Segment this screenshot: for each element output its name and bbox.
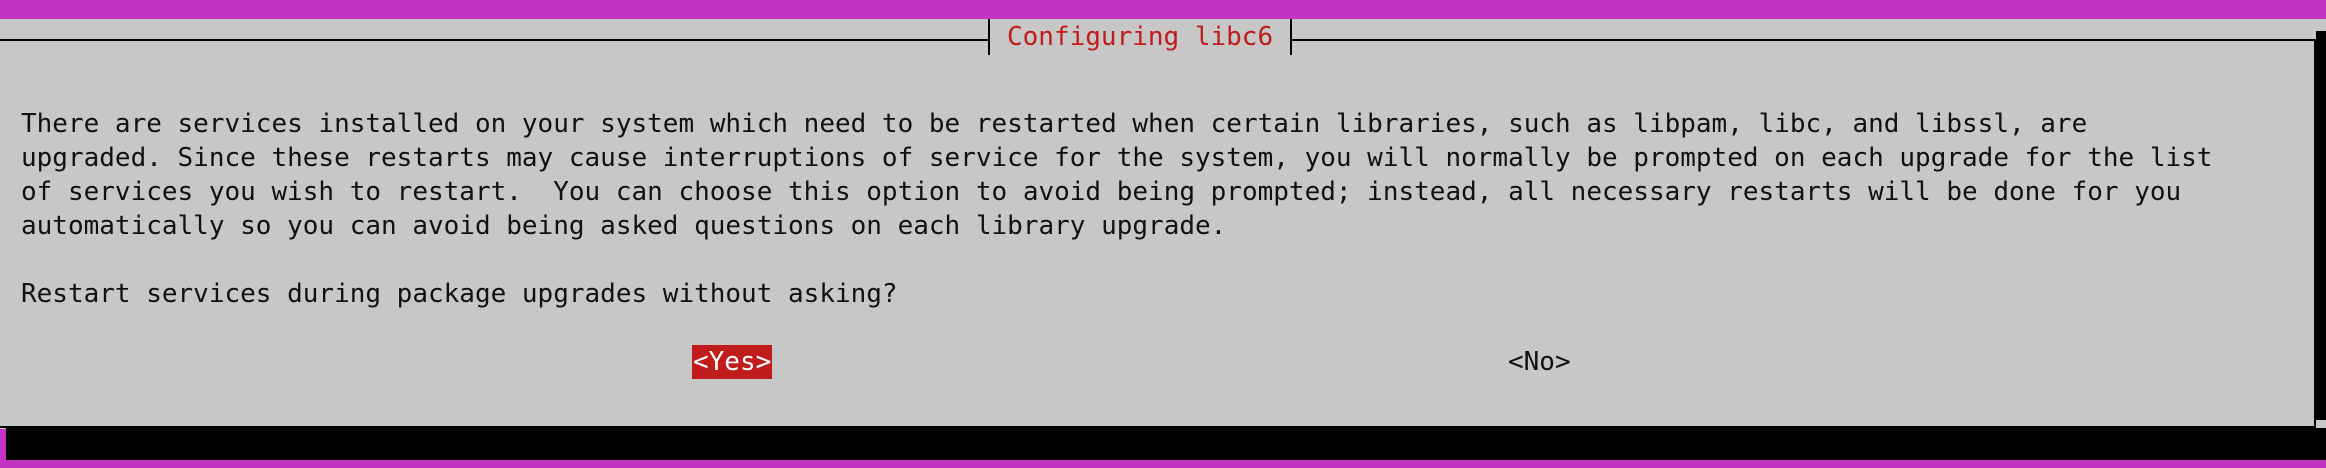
debconf-dialog: Configuring libc6 There are services ins… — [0, 19, 2326, 429]
dialog-message: There are services installed on your sys… — [21, 109, 2213, 241]
no-button[interactable]: <No> — [1508, 345, 1571, 379]
dialog-shadow-right — [2316, 31, 2326, 420]
dialog-shadow-bottom — [6, 428, 2326, 460]
yes-button[interactable]: <Yes> — [692, 345, 773, 379]
dialog-question: Restart services during package upgrades… — [21, 279, 898, 309]
dialog-title: Configuring libc6 — [988, 19, 1293, 55]
